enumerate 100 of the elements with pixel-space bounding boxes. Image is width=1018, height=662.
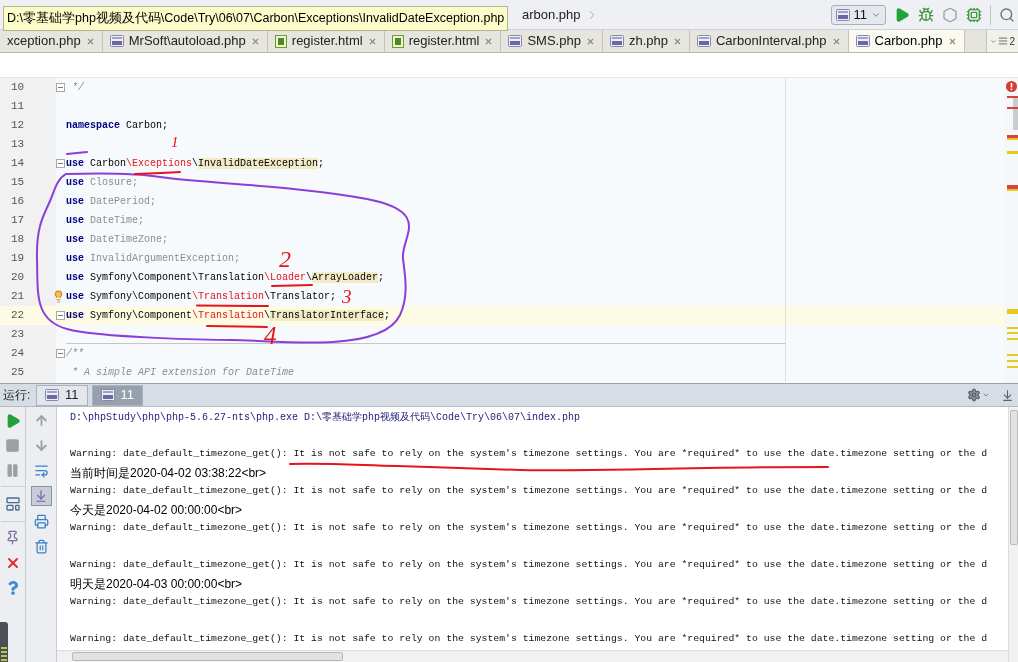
- close-icon[interactable]: [484, 36, 494, 46]
- fold-icon[interactable]: [56, 311, 65, 320]
- line-number: 14: [11, 156, 25, 172]
- stripe-marker-icon[interactable]: [1007, 189, 1018, 191]
- line-number: 15: [11, 175, 25, 191]
- breadcrumb-item[interactable]: arbon.php: [522, 4, 581, 25]
- code-line: */: [71, 81, 84, 94]
- pause-icon[interactable]: [5, 463, 20, 478]
- trash-icon[interactable]: [33, 539, 49, 554]
- file-icon: [391, 34, 404, 48]
- output-line: Warning: date_default_timezone_get(): It is not safe to rely on the system's timezone settings. You are *required* to use the date.timezone setting or the d: [70, 631, 988, 646]
- close-icon[interactable]: [947, 36, 957, 46]
- scrollbar-thumb[interactable]: [1009, 410, 1018, 545]
- fold-icon[interactable]: [56, 349, 65, 358]
- line-number: 24: [11, 346, 25, 362]
- lightbulb-icon[interactable]: [52, 290, 65, 303]
- file-icon: [508, 35, 523, 47]
- close-icon[interactable]: [250, 36, 260, 46]
- code-line: use DatePeriod;: [66, 195, 157, 208]
- file-icon: [109, 35, 124, 47]
- file-icon: [100, 389, 115, 401]
- search-icon[interactable]: [999, 6, 1015, 23]
- run-config-dropdown[interactable]: 11: [830, 4, 886, 25]
- error-indicator-icon[interactable]: [1006, 81, 1017, 92]
- stripe-marker-icon[interactable]: [1007, 135, 1018, 138]
- output-line: Warning: date_default_timezone_get(): It is not safe to rely on the system's timezone settings. You are *required* to use the date.timezone setting or the d: [70, 557, 988, 572]
- stop-icon[interactable]: [5, 438, 20, 453]
- hide-panel-icon[interactable]: [1001, 388, 1014, 402]
- arrow-down-to-line-icon: [34, 489, 48, 503]
- output-line: Warning: date_default_timezone_get(): It is not safe to rely on the system's timezone settings. You are *required* to use the date.timezone setting or the d: [70, 520, 988, 535]
- file-icon: [274, 34, 287, 48]
- line-number: 18: [11, 232, 25, 248]
- file-icon: [855, 35, 870, 47]
- stripe-marker-icon[interactable]: [1007, 327, 1018, 329]
- tab-overflow-button[interactable]: 2: [986, 30, 1018, 52]
- code-line: use DateTime;: [66, 214, 145, 227]
- line-number: 11: [11, 99, 25, 115]
- annotation-stroke: [66, 151, 88, 155]
- close-icon[interactable]: [85, 36, 95, 46]
- close-icon[interactable]: [672, 36, 682, 46]
- file-icon: [696, 35, 711, 47]
- play-icon[interactable]: [894, 6, 910, 23]
- close-icon[interactable]: [585, 36, 595, 46]
- line-number: 17: [11, 213, 25, 229]
- stripe-marker-icon[interactable]: [1007, 360, 1018, 362]
- stripe-marker-icon[interactable]: [1007, 332, 1018, 334]
- settings-icon[interactable]: [967, 388, 981, 402]
- line-number: 19: [11, 251, 25, 267]
- close-icon[interactable]: [367, 36, 377, 46]
- bug-icon[interactable]: [918, 6, 934, 23]
- annotation-underline: [134, 171, 181, 175]
- stripe-marker-icon[interactable]: [1007, 366, 1018, 368]
- code-line: /**: [66, 347, 84, 360]
- list-icon: [998, 36, 1009, 46]
- hexagon-icon[interactable]: [942, 6, 958, 23]
- stripe-marker-icon[interactable]: [1007, 151, 1018, 154]
- line-number: 21: [11, 289, 25, 305]
- output-line: Warning: date_default_timezone_get(): It is not safe to rely on the system's timezone settings. You are *required* to use the date.timezone setting or the d: [70, 446, 988, 461]
- output-line: 明天是2020-04-03 00:00:00<br>: [70, 575, 243, 593]
- code-line: use Symfony\Component\Translation\TranslatorInterface;: [66, 309, 391, 322]
- annotation-number: 2: [279, 247, 291, 271]
- annotation-number: 1: [171, 135, 179, 150]
- line-number: 23: [11, 327, 25, 343]
- output-line: Warning: date_default_timezone_get(): It is not safe to rely on the system's timezone settings. You are *required* to use the date.timezone setting or the d: [70, 594, 988, 609]
- caret-icon: [990, 37, 998, 45]
- print-icon[interactable]: [33, 514, 49, 529]
- output-line: Warning: date_default_timezone_get(): It is not safe to rely on the system's timezone settings. You are *required* to use the date.timezone setting or the d: [70, 483, 988, 498]
- scroll-to-end-toggle[interactable]: [30, 486, 52, 506]
- stripe-marker-icon[interactable]: [1007, 138, 1018, 140]
- stripe-marker-icon[interactable]: [1007, 309, 1018, 314]
- output-line: D:\phpStudy\php\php-5.6.27-nts\php.exe D:\零基础学php视频及代码\Code\Try\06\07\index.php: [70, 410, 581, 425]
- stripe-marker-icon[interactable]: [1007, 338, 1018, 340]
- wrap-icon: [33, 463, 49, 478]
- stripe-marker-icon[interactable]: [1007, 107, 1018, 109]
- output-line: 今天是2020-04-02 00:00:00<br>: [70, 501, 243, 519]
- scrollbar-thumb[interactable]: [1013, 98, 1018, 130]
- code-line: use Symfony\Component\Translation\Loader\ArrayLoader;: [66, 271, 385, 284]
- stripe-marker-icon[interactable]: [1007, 185, 1018, 189]
- pin-icon[interactable]: [5, 530, 20, 545]
- editor-tab[interactable]: Carbon.php: [848, 30, 965, 52]
- fold-icon[interactable]: [56, 83, 65, 92]
- code-line: use Closure;: [66, 176, 139, 189]
- close-icon[interactable]: [831, 36, 841, 46]
- line-number: 12: [11, 118, 25, 134]
- annotation-underline: [206, 325, 268, 328]
- code-line: use Carbon\Exceptions\InvalidDateException;: [66, 157, 325, 170]
- file-icon: [609, 35, 624, 47]
- fold-icon[interactable]: [56, 159, 65, 168]
- stripe-marker-icon[interactable]: [1007, 354, 1018, 356]
- tooltip: D:\零基础学php视频及代码\Code\Try\06\07\Carbon\Exceptions\InvalidDateException.php: [3, 6, 509, 31]
- scrollbar-thumb[interactable]: [72, 652, 343, 661]
- annotation-number: 3: [342, 287, 352, 306]
- arrow-down-icon[interactable]: [33, 438, 49, 453]
- stripe-marker-icon[interactable]: [1007, 96, 1018, 98]
- run-tab[interactable]: 11: [36, 384, 88, 406]
- output-line: 当前时间是2020-04-02 03:38:22<br>: [70, 464, 267, 482]
- caret-icon[interactable]: [982, 391, 990, 399]
- code-line: use DateTimeZone;: [66, 233, 169, 246]
- chip-icon[interactable]: [966, 6, 982, 23]
- layout-icon[interactable]: [4, 496, 21, 512]
